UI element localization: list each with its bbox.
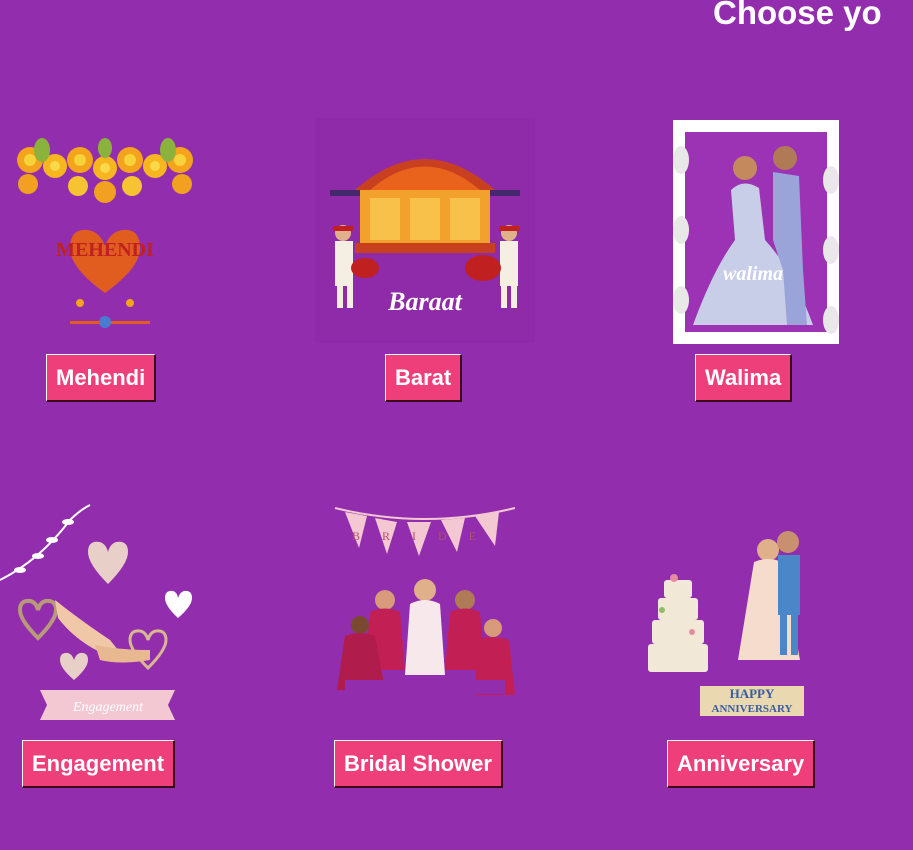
baraat-art-text: Baraat — [387, 287, 462, 316]
engagement-button[interactable]: Engagement — [22, 740, 176, 788]
event-card-bridal-shower: BRIDE Bridal Shower — [315, 500, 565, 790]
mehendi-illustration-icon[interactable]: MEHENDI — [0, 118, 210, 343]
bridal-shower-button[interactable]: Bridal Shower — [334, 740, 503, 788]
event-card-walima: walima Walima — [640, 118, 890, 408]
engagement-illustration-icon[interactable]: Engagement — [0, 500, 210, 725]
anniversary-button[interactable]: Anniversary — [667, 740, 816, 788]
walima-button[interactable]: Walima — [695, 354, 793, 402]
barat-button[interactable]: Barat — [385, 354, 463, 402]
event-card-anniversary: HAPPY ANNIVERSARY Anniversary — [640, 500, 890, 790]
walima-illustration-icon[interactable]: walima — [673, 120, 839, 344]
event-picker-page: Choose yo MEHENDI Mehendi Baraat Barat w… — [0, 0, 913, 850]
page-title: Choose yo — [713, 0, 882, 31]
walima-art-text: walima — [723, 263, 783, 285]
bridal-shower-illustration-icon[interactable]: BRIDE — [315, 500, 535, 725]
event-card-engagement: Engagement Engagement — [0, 500, 250, 790]
anniversary-illustration-icon[interactable]: HAPPY ANNIVERSARY — [640, 500, 840, 725]
anniversary-art-line1: HAPPY — [730, 686, 775, 701]
mehendi-button[interactable]: Mehendi — [46, 354, 157, 402]
anniversary-art-line2: ANNIVERSARY — [712, 703, 793, 715]
event-card-mehendi: MEHENDI Mehendi — [0, 118, 250, 408]
bride-bunting-text: BRIDE — [352, 529, 498, 543]
baraat-illustration-icon[interactable]: Baraat — [315, 118, 535, 343]
mehendi-art-text: MEHENDI — [56, 239, 154, 261]
engagement-art-text: Engagement — [72, 700, 144, 715]
event-card-barat: Baraat Barat — [315, 118, 565, 408]
